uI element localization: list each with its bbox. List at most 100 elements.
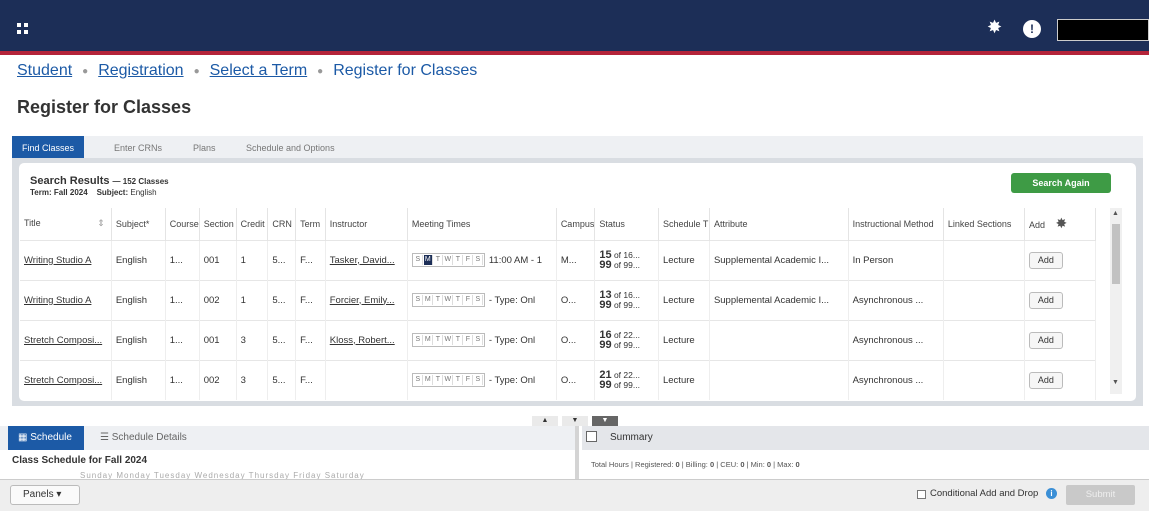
instructor-link[interactable]: Forcier, Emily... xyxy=(325,279,408,320)
meeting-days: SMTWTFS xyxy=(411,293,485,307)
top-navigation-bar: ✸ ! xyxy=(0,0,1149,55)
column-header-add[interactable]: Add ✸ xyxy=(1024,208,1097,240)
add-cell: Add xyxy=(1024,239,1097,280)
tab-enter-crns[interactable]: Enter CRNs xyxy=(114,136,162,158)
attribute-cell: Supplemental Academic I... xyxy=(709,279,849,320)
info-icon[interactable]: i xyxy=(1046,488,1057,499)
registered-value: 0 xyxy=(675,460,680,469)
tab-schedule-options[interactable]: Schedule and Options xyxy=(246,136,335,158)
tab-strip: Find Classes Enter CRNs Plans Schedule a… xyxy=(12,136,1143,158)
scroll-up-icon[interactable]: ▲ xyxy=(1112,210,1119,217)
panel-divider[interactable] xyxy=(575,426,579,481)
column-header-credit[interactable]: Credit xyxy=(236,208,269,240)
scroll-down-icon[interactable]: ▼ xyxy=(1112,379,1119,386)
gear-icon[interactable]: ✸ xyxy=(1055,215,1067,231)
status-cell: 13 of 16... 99 of 99... xyxy=(594,279,659,320)
meeting-day: S xyxy=(414,295,423,305)
user-name-redacted[interactable] xyxy=(1057,19,1149,41)
term-value: Fall 2024 xyxy=(53,188,88,197)
add-button[interactable]: Add xyxy=(1028,371,1063,389)
breadcrumb-student[interactable]: Student xyxy=(17,62,72,80)
meeting-day: T xyxy=(454,335,463,345)
column-header-title[interactable]: Title ⇕ xyxy=(20,208,112,240)
meeting-text: - Type: Onl xyxy=(488,294,536,306)
results-title-text: Search Results xyxy=(30,175,110,187)
meeting-day: W xyxy=(444,335,453,345)
splitter-up-icon[interactable]: ▲ xyxy=(532,416,558,426)
user-icon[interactable]: ! xyxy=(1023,20,1041,38)
panels-button[interactable]: Panels ▾ xyxy=(10,485,80,505)
sort-icon[interactable]: ⇕ xyxy=(97,218,105,229)
column-header-attribute[interactable]: Attribute xyxy=(709,208,849,240)
search-again-button[interactable]: Search Again xyxy=(1011,173,1111,193)
course-title-link[interactable]: Writing Studio A xyxy=(20,279,112,320)
column-header-term[interactable]: Term xyxy=(295,208,326,240)
table-row[interactable]: Stretch Composi... English 1... 001 3 5... F..… xyxy=(20,319,1097,360)
column-header-campus[interactable]: Campus xyxy=(556,208,596,240)
meeting-day: T xyxy=(434,375,443,386)
subject-cell: English xyxy=(111,279,166,320)
column-header-section[interactable]: Section xyxy=(199,208,237,240)
instructional-method-cell: In Person xyxy=(848,239,944,280)
breadcrumb-select-term[interactable]: Select a Term xyxy=(210,62,308,80)
course-title-link[interactable]: Stretch Composi... xyxy=(20,319,112,360)
tab-find-classes[interactable]: Find Classes xyxy=(12,136,85,158)
header-accent-line xyxy=(0,51,1149,55)
column-header-instructor[interactable]: Instructor xyxy=(325,208,408,240)
meeting-times-cell[interactable]: S M T W T F S 11:00 AM - 1 xyxy=(407,239,557,280)
column-header-schedule-type[interactable]: Schedule T xyxy=(658,208,710,240)
meeting-times-cell[interactable]: SMTWTFS- Type: Onl xyxy=(407,279,557,320)
add-button[interactable]: Add xyxy=(1028,251,1063,269)
tab-schedule-label: Schedule xyxy=(30,432,72,443)
scrollbar-thumb[interactable] xyxy=(1112,224,1120,284)
table-row[interactable]: Stretch Composi... English 1... 002 3 5... F..… xyxy=(20,359,1097,400)
course-title-link[interactable]: Writing Studio A xyxy=(20,239,112,280)
meeting-day: S xyxy=(474,295,483,305)
tab-schedule-details[interactable]: ☰ Schedule Details xyxy=(100,426,187,450)
results-scrollbar[interactable]: ▲ ▼ xyxy=(1110,208,1122,394)
column-header-meeting-times[interactable]: Meeting Times xyxy=(407,208,557,240)
column-header-course[interactable]: Course xyxy=(165,208,200,240)
add-cell: Add xyxy=(1024,319,1097,360)
seats-status-total: of 16... xyxy=(613,250,640,260)
column-header-status[interactable]: Status xyxy=(594,208,659,240)
course-title-link[interactable]: Stretch Composi... xyxy=(20,359,112,400)
meeting-day: F xyxy=(464,295,473,305)
tab-schedule[interactable]: ▦ Schedule xyxy=(8,426,84,450)
meeting-day: S xyxy=(414,255,423,265)
footer-bar: Panels ▾ Conditional Add and Drop i Subm… xyxy=(0,479,1149,511)
billing-value: 0 xyxy=(710,460,715,469)
table-row[interactable]: Writing Studio A English 1... 002 1 5... F... F… xyxy=(20,279,1097,320)
instructor-link[interactable]: Tasker, David... xyxy=(325,239,408,280)
splitter-down-icon[interactable]: ▼ xyxy=(562,416,588,426)
breadcrumb-registration[interactable]: Registration xyxy=(98,62,183,80)
add-button[interactable]: Add xyxy=(1028,331,1063,349)
course-number-cell: 1... xyxy=(165,279,200,320)
grid-icon[interactable] xyxy=(17,23,28,34)
column-header-crn[interactable]: CRN xyxy=(267,208,297,240)
meeting-days: SMTWTFS xyxy=(411,373,485,388)
gear-icon[interactable]: ✸ xyxy=(987,18,1005,36)
meeting-days: SMTWTFS xyxy=(411,253,485,267)
column-header-linked-sections[interactable]: Linked Sections xyxy=(943,208,1025,240)
add-button[interactable]: Add xyxy=(1028,291,1063,309)
submit-button[interactable]: Submit xyxy=(1066,485,1135,505)
splitter-collapse-icon[interactable]: ▼ xyxy=(592,416,618,426)
conditional-add-drop-label[interactable]: Conditional Add and Drop xyxy=(930,488,1038,499)
meeting-times-cell[interactable]: SMTWTFS- Type: Onl xyxy=(407,319,557,360)
instructor-link[interactable]: Kloss, Robert... xyxy=(325,319,408,360)
linked-sections-cell xyxy=(943,239,1025,280)
instructor-link[interactable] xyxy=(325,359,408,400)
column-header-instructional-method[interactable]: Instructional Method xyxy=(848,208,944,240)
meeting-day: W xyxy=(444,295,453,305)
meeting-times-cell[interactable]: SMTWTFS- Type: Onl xyxy=(407,359,557,400)
waitlist-status-count: 99 xyxy=(599,379,612,392)
tab-plans[interactable]: Plans xyxy=(193,136,216,158)
credit-cell: 1 xyxy=(236,279,269,320)
conditional-add-drop-checkbox[interactable] xyxy=(917,490,926,499)
column-header-subject[interactable]: Subject* xyxy=(111,208,166,240)
meeting-day: S xyxy=(414,375,423,386)
table-row[interactable]: Writing Studio A English 1... 001 1 5... F... T… xyxy=(20,239,1097,280)
meeting-day: M xyxy=(424,335,433,345)
billing-label: | Billing: xyxy=(681,460,708,469)
